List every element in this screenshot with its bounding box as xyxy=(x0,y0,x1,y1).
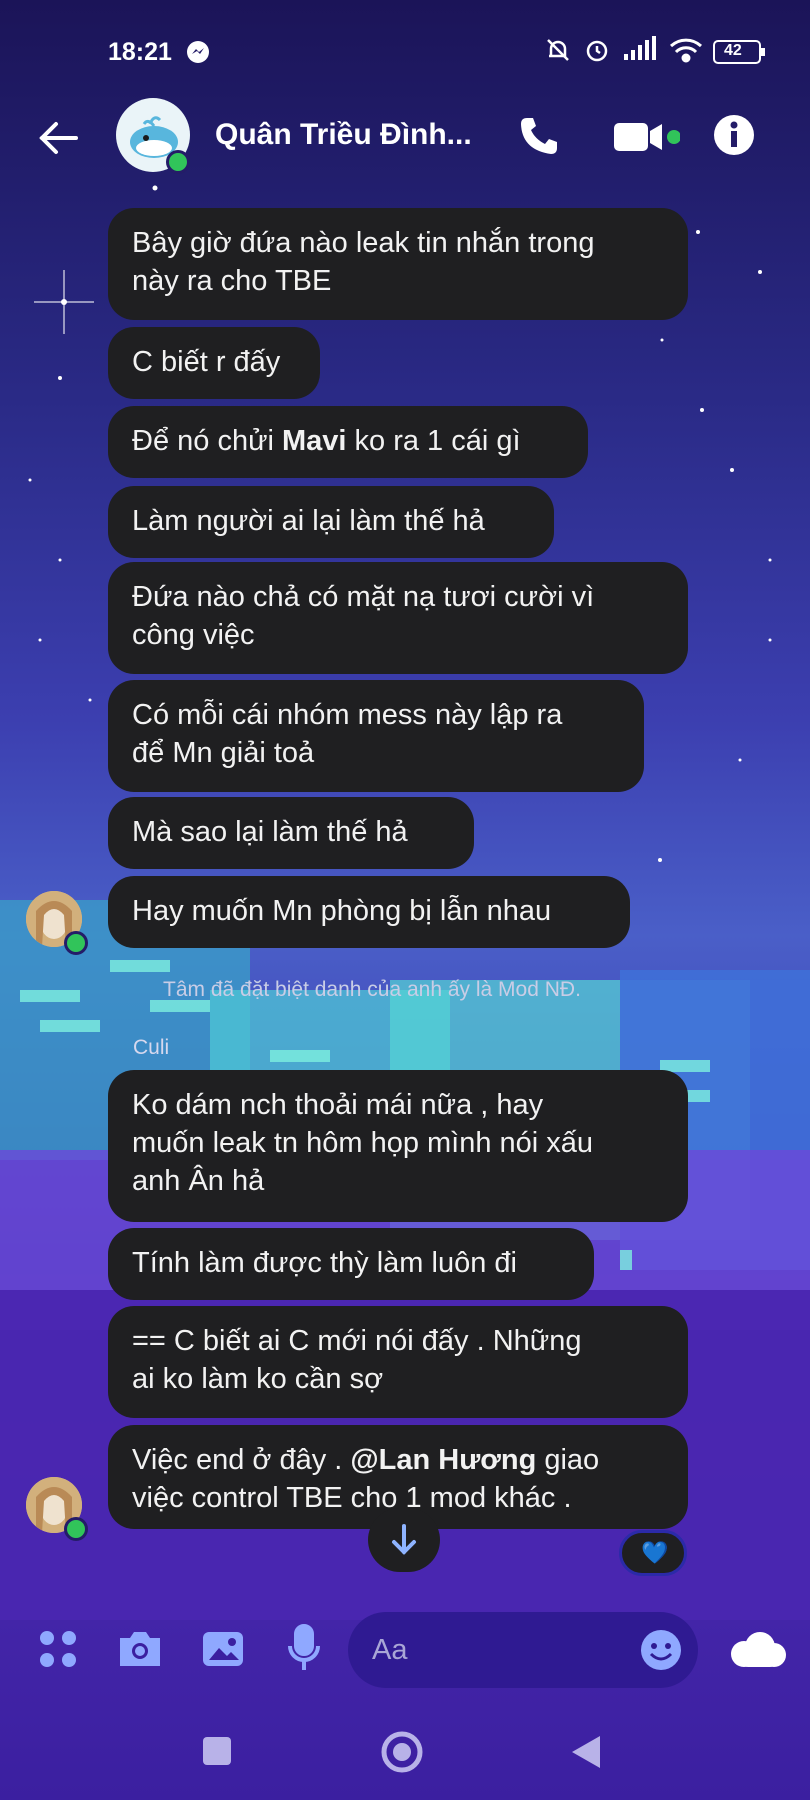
message-text: muốn leak tn hôm họp mình nói xấu xyxy=(132,1127,594,1159)
online-indicator xyxy=(64,1517,88,1541)
message-text: anh Ân hả xyxy=(132,1165,265,1197)
message-text: Làm người ai lại làm thế hả xyxy=(132,505,485,537)
alarm-icon xyxy=(583,36,611,69)
message-text: công việc xyxy=(132,619,255,651)
message-bubble[interactable]: Tính làm được thỳ làm luôn đi xyxy=(108,1228,594,1300)
online-indicator xyxy=(64,931,88,955)
cloud-reaction-icon[interactable] xyxy=(724,1630,790,1675)
message-bubble[interactable]: == C biết ai C mới nói đấy . Những ai ko… xyxy=(108,1306,688,1418)
status-time: 18:21 xyxy=(108,38,172,66)
message-text: Việc end ở đây . @Lan Hương giao xyxy=(132,1444,600,1476)
signal-icon xyxy=(622,36,658,67)
microphone-icon[interactable] xyxy=(287,1624,321,1677)
message-text: để Mn giải toả xyxy=(132,737,315,769)
video-call-icon[interactable] xyxy=(612,119,681,160)
message-bubble[interactable]: Có mỗi cái nhóm mess này lập ra để Mn gi… xyxy=(108,680,644,792)
info-icon[interactable] xyxy=(713,114,755,161)
message-text: Hay muốn Mn phòng bị lẫn nhau xyxy=(132,895,552,927)
message-input-placeholder: Aa xyxy=(372,1634,408,1666)
camera-icon[interactable] xyxy=(116,1628,164,1675)
message-text: Có mỗi cái nhóm mess này lập ra xyxy=(132,699,563,731)
message-bubble[interactable]: Mà sao lại làm thế hả xyxy=(108,797,474,869)
reaction-badge[interactable]: 💙 xyxy=(619,1530,687,1576)
scroll-to-bottom-button[interactable] xyxy=(368,1508,440,1572)
message-text: này ra cho TBE xyxy=(132,265,332,297)
home-button[interactable] xyxy=(380,1730,424,1779)
wifi-icon xyxy=(668,36,704,69)
mention-tag[interactable]: @Lan Hương xyxy=(350,1444,536,1476)
online-indicator xyxy=(166,150,190,174)
message-text: Bây giờ đứa nào leak tin nhắn trong xyxy=(132,227,595,259)
sender-name: Culi xyxy=(133,1036,170,1059)
message-text: Tính làm được thỳ làm luôn đi xyxy=(132,1247,517,1279)
battery-level: 42 xyxy=(724,42,742,59)
recents-button[interactable] xyxy=(201,1735,233,1772)
message-bubble[interactable]: Ko dám nch thoải mái nữa , hay muốn leak… xyxy=(108,1070,688,1222)
gallery-icon[interactable] xyxy=(201,1628,245,1675)
chat-title[interactable]: Quân Triều Đình... xyxy=(215,118,472,152)
message-text: == C biết ai C mới nói đấy . Những xyxy=(132,1325,582,1357)
message-text: C biết r đấy xyxy=(132,346,281,378)
message-text: Ko dám nch thoải mái nữa , hay xyxy=(132,1089,544,1121)
bold-text: Mavi xyxy=(281,425,347,457)
emoji-icon[interactable] xyxy=(640,1629,682,1676)
phone-call-icon[interactable] xyxy=(518,115,560,162)
message-bubble[interactable]: Bây giờ đứa nào leak tin nhắn trong này … xyxy=(108,208,688,320)
message-text: Đứa nào chả có mặt nạ tươi cười vì xyxy=(132,581,595,613)
more-apps-icon[interactable] xyxy=(38,1629,78,1674)
message-text: Để nó chửi Mavi ko ra 1 cái gì xyxy=(132,425,521,457)
message-text: ai ko làm ko cần sợ xyxy=(132,1363,384,1395)
system-notice: Tâm đã đặt biệt danh của anh ấy là Mod N… xyxy=(163,978,581,1001)
mute-bell-icon xyxy=(544,36,572,69)
message-bubble[interactable]: C biết r đấy xyxy=(108,327,320,399)
back-button[interactable] xyxy=(36,116,80,160)
message-text: Mà sao lại làm thế hả xyxy=(132,816,408,848)
heart-reaction: 💙 xyxy=(641,1540,669,1565)
status-bar: 18:21 42 xyxy=(0,0,810,100)
message-bubble[interactable]: Hay muốn Mn phòng bị lẫn nhau xyxy=(108,876,630,948)
message-bubble[interactable]: Để nó chửi Mavi ko ra 1 cái gì xyxy=(108,406,588,478)
back-nav-button[interactable] xyxy=(568,1732,604,1777)
message-bubble[interactable]: Đứa nào chả có mặt nạ tươi cười vì công … xyxy=(108,562,688,674)
messenger-icon xyxy=(186,40,210,69)
message-bubble[interactable]: Làm người ai lại làm thế hả xyxy=(108,486,554,558)
